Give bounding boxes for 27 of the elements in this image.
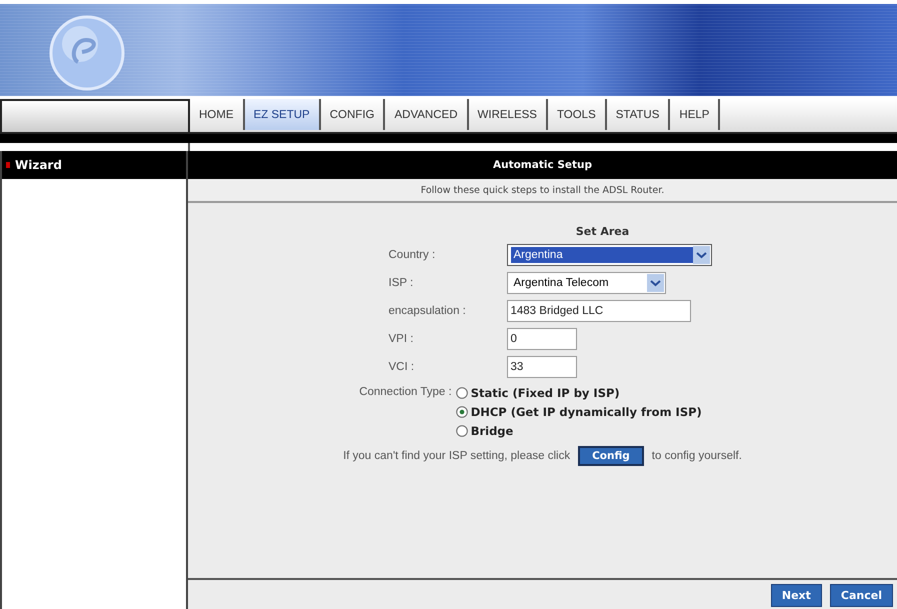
hint-text: to config yourself. bbox=[652, 450, 742, 462]
input-field[interactable]: 1483 Bridged LLC bbox=[506, 300, 690, 322]
dropdown-field[interactable]: Argentina Telecom bbox=[506, 272, 666, 294]
hint-text: If you can't find your ISP setting, please click bbox=[343, 450, 570, 462]
radio-option[interactable]: DHCP (Get IP dynamically from ISP) bbox=[456, 405, 702, 419]
radio-option[interactable]: Bridge bbox=[456, 424, 702, 438]
input-field[interactable]: 0 bbox=[506, 328, 576, 350]
config-button[interactable]: Config bbox=[578, 446, 644, 466]
nav-tab[interactable]: EZ SETUP bbox=[244, 99, 321, 130]
logo-icon bbox=[48, 14, 126, 92]
sidebar-item[interactable]: Wizard bbox=[2, 151, 186, 179]
action-button[interactable]: Next bbox=[770, 584, 822, 606]
radio-button[interactable] bbox=[456, 406, 468, 418]
field-label: Country : bbox=[388, 249, 436, 261]
action-button[interactable]: Cancel bbox=[830, 584, 893, 606]
field-label: VCI : bbox=[388, 361, 416, 373]
dropdown-field[interactable]: Argentina bbox=[506, 244, 712, 266]
field-label: Connection Type : bbox=[359, 386, 452, 400]
radio-button[interactable] bbox=[456, 425, 468, 437]
field-label: VPI : bbox=[388, 333, 414, 345]
input-field[interactable]: 33 bbox=[506, 356, 576, 378]
radio-button[interactable] bbox=[456, 387, 468, 399]
radio-option[interactable]: Static (Fixed IP by ISP) bbox=[456, 386, 702, 400]
panel-title: Automatic Setup bbox=[188, 151, 897, 179]
field-label: ISP : bbox=[388, 277, 414, 289]
field-label: encapsulation : bbox=[388, 305, 467, 317]
section-title: Set Area bbox=[576, 225, 630, 238]
